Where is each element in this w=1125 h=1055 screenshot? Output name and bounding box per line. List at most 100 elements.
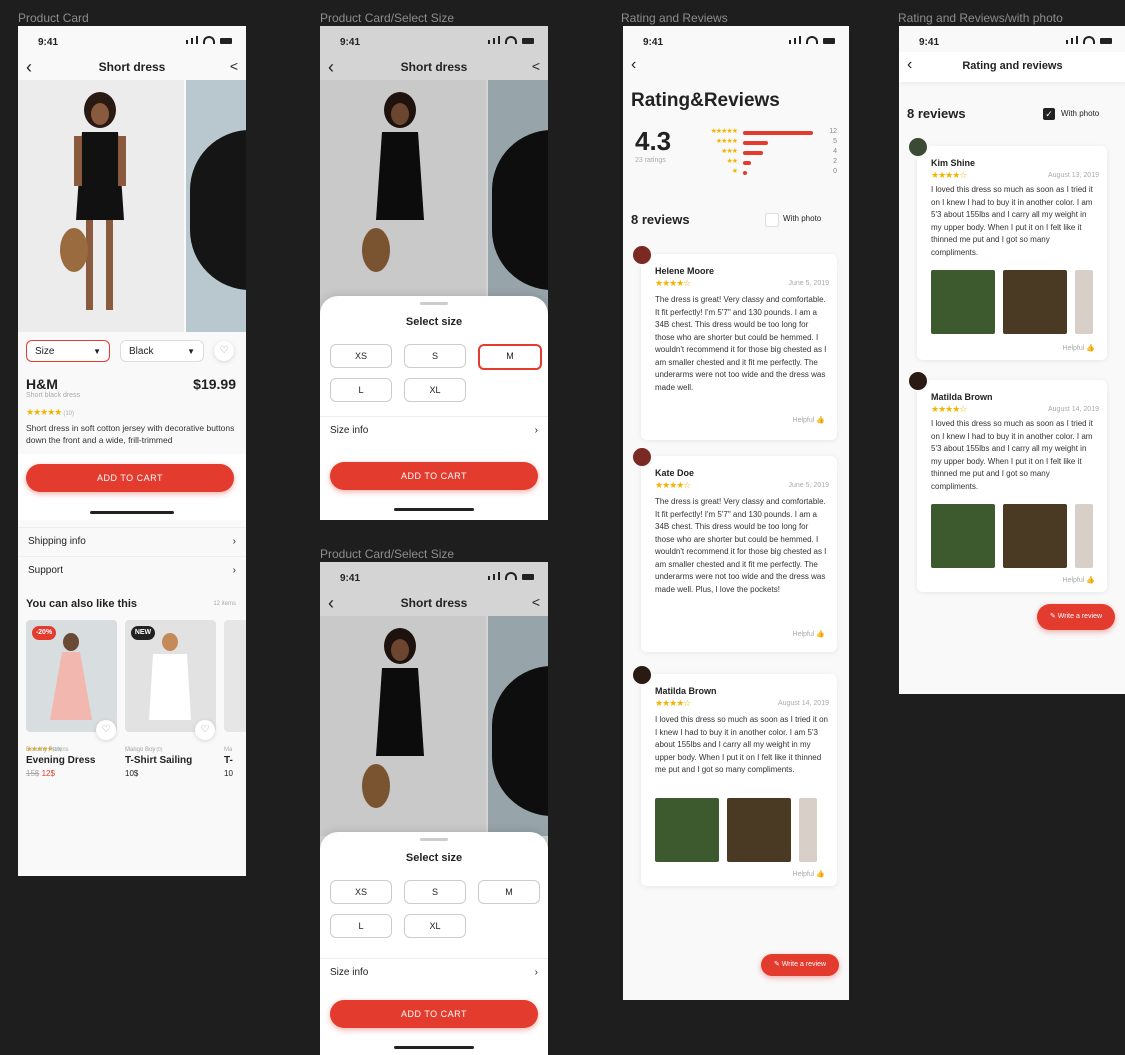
write-review-button[interactable]: ✎ Write a review: [761, 954, 839, 976]
product-photo[interactable]: [18, 80, 184, 332]
favorite-icon[interactable]: ♡: [195, 720, 215, 740]
size-option-xs[interactable]: XS: [330, 344, 392, 368]
review-card: Helene Moore ★★★★☆ June 5, 2019 The dres…: [641, 254, 837, 440]
frame-label-ratings-photo: Rating and Reviews/with photo: [898, 11, 1063, 25]
home-indicator: [394, 1046, 474, 1049]
nav-bar: ‹ Rating and reviews: [899, 52, 1125, 82]
rating-stars-icon: ★★★★★: [26, 407, 62, 417]
avatar: [631, 446, 653, 468]
size-option-xl[interactable]: XL: [404, 378, 466, 402]
helpful-button[interactable]: Helpful 👍: [793, 630, 825, 638]
chevron-down-icon: ▼: [187, 347, 195, 356]
helpful-button[interactable]: Helpful 👍: [793, 416, 825, 424]
status-time: 9:41: [38, 37, 59, 48]
signal-icon: [1066, 36, 1112, 44]
size-option-m[interactable]: M: [478, 880, 540, 904]
size-info-row[interactable]: Size info ›: [320, 958, 548, 987]
favorite-icon[interactable]: ♡: [96, 720, 116, 740]
helpful-button[interactable]: Helpful 👍: [793, 870, 825, 878]
review-photo[interactable]: [1075, 504, 1093, 568]
back-icon[interactable]: ‹: [631, 56, 636, 74]
distribution-stars: ★★★★: [715, 138, 738, 145]
reviews-title: 8 reviews: [631, 212, 690, 227]
review-card: Matilda Brown ★★★★☆ August 14, 2019 I lo…: [917, 380, 1107, 592]
size-select[interactable]: Size ▼: [26, 340, 110, 362]
new-badge: NEW: [131, 626, 155, 640]
item-name: Evening Dress: [26, 755, 96, 766]
ratings-count: 23 ratings: [635, 157, 666, 164]
review-photo[interactable]: [1003, 270, 1067, 334]
review-photo[interactable]: [1075, 270, 1093, 334]
size-option-m[interactable]: M: [478, 344, 542, 370]
size-info-row[interactable]: Size info ›: [320, 416, 548, 445]
chevron-right-icon: ›: [534, 425, 538, 436]
helpful-button[interactable]: Helpful 👍: [1063, 576, 1095, 584]
distribution-bar: [743, 131, 813, 135]
ratings-frame: 9:41 ‹ Rating&Reviews 4.3 23 ratings ★★★…: [623, 26, 849, 1000]
size-option-s[interactable]: S: [404, 344, 466, 368]
review-photo[interactable]: [727, 798, 791, 862]
signal-icon: [488, 572, 534, 580]
rating-stars-icon: ★★★★☆: [931, 170, 967, 180]
size-sheet: Select size XS S M L XL Size info › ADD T…: [320, 832, 548, 1055]
share-icon[interactable]: <: [532, 594, 540, 610]
sheet-handle[interactable]: [420, 302, 448, 305]
helpful-button[interactable]: Helpful 👍: [1063, 344, 1095, 352]
select-size-frame-2: 9:41 ‹ Short dress < Select size XS S M …: [320, 562, 548, 1055]
shipping-info-row[interactable]: Shipping info ›: [18, 527, 246, 556]
review-photo[interactable]: [655, 798, 719, 862]
sheet-title: Select size: [405, 316, 463, 328]
size-option-xl[interactable]: XL: [404, 914, 466, 938]
add-to-cart-button[interactable]: ADD TO CART: [330, 462, 538, 490]
review-photo[interactable]: [931, 504, 995, 568]
product-description: Short dress in soft cotton jersey with d…: [26, 423, 235, 445]
brand-name: H&M: [26, 376, 58, 392]
add-to-cart-button[interactable]: ADD TO CART: [26, 464, 234, 492]
avatar: [907, 136, 929, 158]
share-icon[interactable]: <: [532, 58, 540, 74]
add-to-cart-button[interactable]: ADD TO CART: [330, 1000, 538, 1028]
sheet-handle[interactable]: [420, 838, 448, 841]
favorite-icon[interactable]: ♡: [214, 341, 234, 361]
chevron-right-icon: ›: [232, 565, 236, 576]
average-rating: 4.3: [635, 126, 672, 156]
home-indicator: [90, 511, 174, 514]
review-photo[interactable]: [799, 798, 817, 862]
product-subtitle: Short black dress: [26, 392, 81, 399]
distribution-count: 5: [833, 138, 837, 145]
support-row[interactable]: Support ›: [18, 556, 246, 585]
avatar: [907, 370, 929, 392]
status-bar: 9:41: [320, 26, 548, 52]
with-photo-checkbox[interactable]: ✓: [1043, 108, 1055, 120]
distribution-count: 12: [829, 128, 837, 135]
share-icon[interactable]: <: [230, 58, 238, 74]
review-photo[interactable]: [1003, 504, 1067, 568]
frame-label-select-size: Product Card/Select Size: [320, 11, 455, 25]
review-card: Matilda Brown ★★★★☆ August 14, 2019 I lo…: [641, 674, 837, 886]
page-title: Short dress: [98, 60, 166, 74]
size-option-l[interactable]: L: [330, 378, 392, 402]
size-option-xs[interactable]: XS: [330, 880, 392, 904]
size-option-s[interactable]: S: [404, 880, 466, 904]
page-title: Rating and reviews: [962, 60, 1063, 72]
select-size-frame: 9:41 ‹ Short dress < Select size XS S M …: [320, 26, 548, 520]
signal-icon: [186, 36, 232, 44]
frame-label-select-size-2: Product Card/Select Size: [320, 547, 455, 561]
avatar: [631, 664, 653, 686]
with-photo-label: With photo: [1061, 109, 1100, 118]
signal-icon: [789, 36, 835, 44]
ratings-photo-frame: 9:41 ‹ Rating and reviews 8 reviews ✓ Wi…: [899, 26, 1125, 694]
distribution-stars: ★: [731, 168, 738, 175]
review-card: Kim Shine ★★★★☆ August 13, 2019 I loved …: [917, 146, 1107, 360]
distribution-count: 4: [833, 148, 837, 155]
product-price: $19.99: [193, 376, 236, 392]
chevron-down-icon: ▼: [93, 347, 101, 356]
distribution-stars: ★★★★★: [710, 128, 738, 135]
write-review-button[interactable]: ✎ Write a review: [1037, 604, 1115, 630]
size-option-l[interactable]: L: [330, 914, 392, 938]
color-select[interactable]: Black ▼: [120, 340, 204, 362]
page-title: Rating&Reviews: [631, 90, 780, 111]
with-photo-checkbox[interactable]: [765, 213, 779, 227]
review-photo[interactable]: [931, 270, 995, 334]
product-photo-2[interactable]: [186, 80, 246, 332]
